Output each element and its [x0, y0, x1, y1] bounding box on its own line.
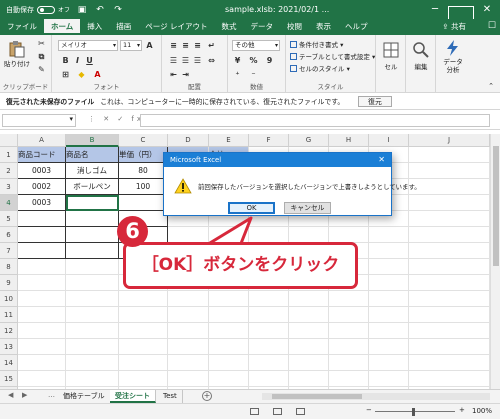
step-number-badge: 6: [117, 216, 148, 247]
callout-pointer-cover: [207, 245, 238, 249]
